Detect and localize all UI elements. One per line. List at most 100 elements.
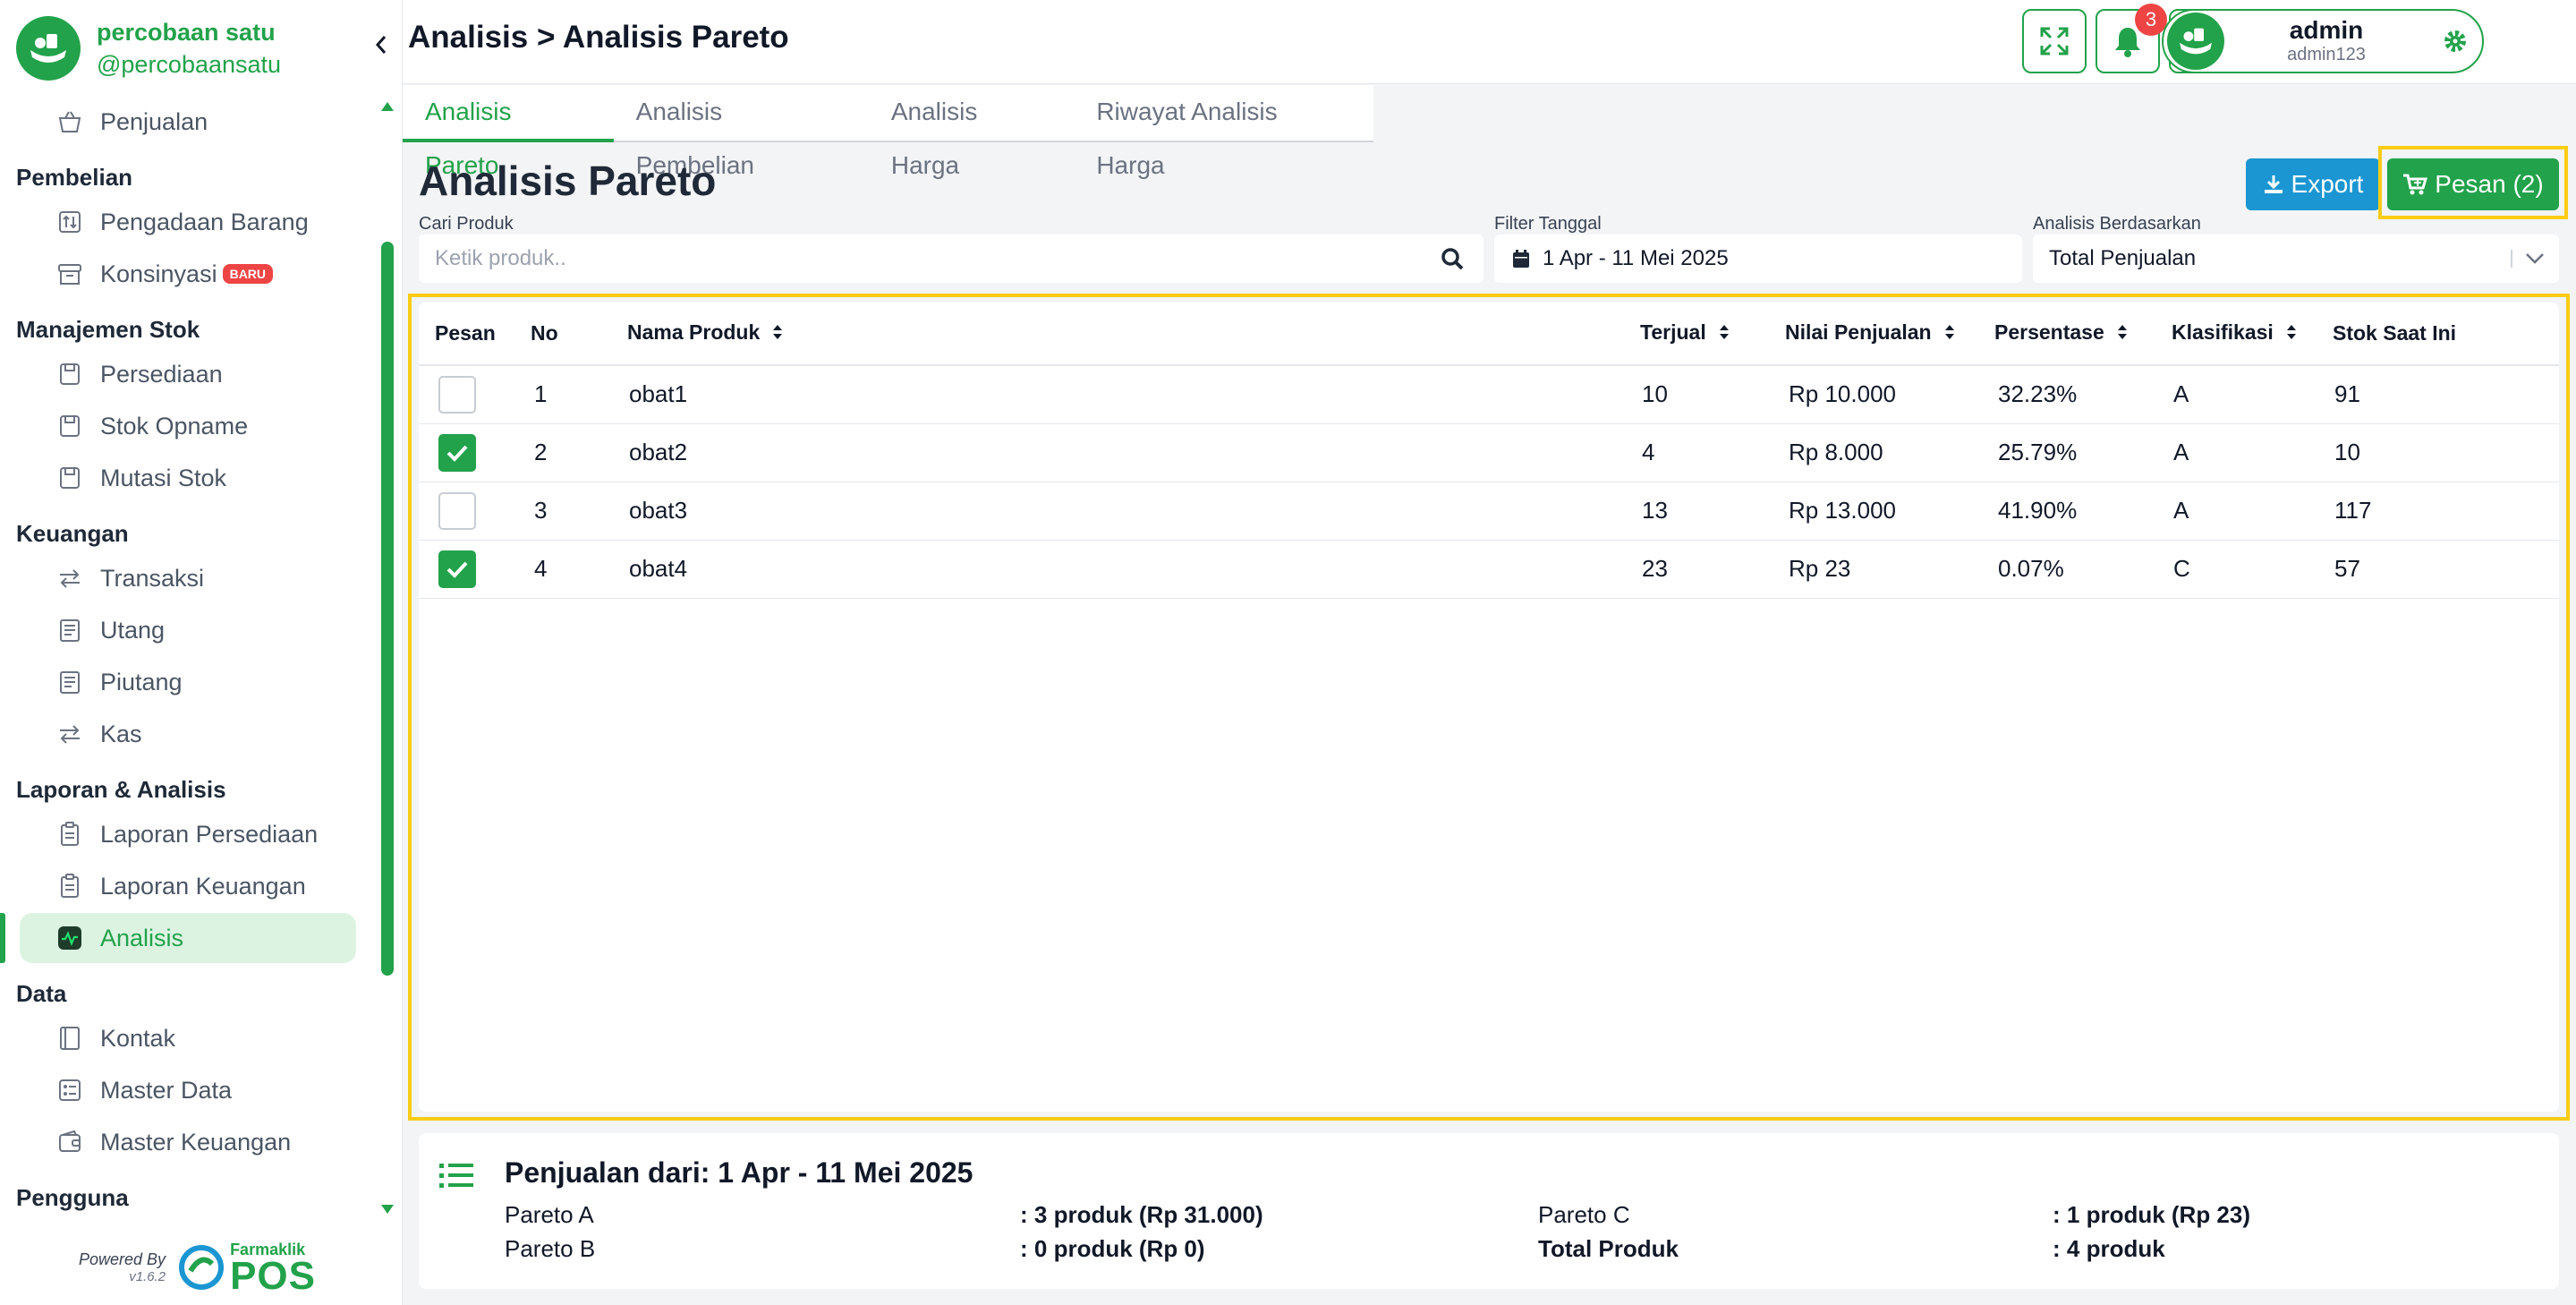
cart-icon <box>2402 173 2428 196</box>
scroll-thumb[interactable] <box>381 242 394 976</box>
collapse-sidebar-button[interactable] <box>369 29 394 61</box>
sidebar-item-persediaan[interactable]: Persediaan <box>20 349 356 399</box>
sort-icon[interactable] <box>2117 322 2128 346</box>
pareto-a-label: Pareto A <box>505 1201 594 1228</box>
sidebar-item-label: Stok Opname <box>100 412 249 439</box>
row-no: 3 <box>531 482 627 541</box>
total-produk-value: : 4 produk <box>2053 1235 2165 1262</box>
product-name: obat3 <box>627 482 1640 541</box>
classification: A <box>2172 365 2333 424</box>
table-row: 1 obat1 10 Rp 10.000 32.23% A 91 <box>419 365 2559 424</box>
tab-analisis-pareto[interactable]: Analisis Pareto <box>403 85 614 179</box>
procurement-icon <box>55 208 84 236</box>
sidebar-item-pengadaan-barang[interactable]: Pengadaan Barang <box>20 197 356 247</box>
sidebar-item-label: Mutasi Stok <box>100 464 227 491</box>
search-label: Cari Produk <box>419 214 514 234</box>
col-terjual[interactable]: Terjual <box>1640 303 1785 366</box>
search-icon[interactable] <box>1421 246 1484 271</box>
row-no: 2 <box>531 423 627 482</box>
sidebar-item-label: Master Keuangan <box>100 1128 292 1156</box>
col-nama-produk[interactable]: Nama Produk <box>627 303 1640 366</box>
sidebar-item-label: Master Data <box>100 1076 233 1104</box>
pesan-label: Pesan (2) <box>2435 170 2544 198</box>
order-checkbox[interactable] <box>438 433 476 472</box>
tab-bar: Analisis Pareto Analisis Pembelian Anali… <box>403 85 1373 179</box>
col-klasifikasi[interactable]: Klasifikasi <box>2172 303 2333 366</box>
col-nilai-penjualan[interactable]: Nilai Penjualan <box>1785 303 1994 366</box>
user-menu[interactable]: admin admin123 <box>2162 9 2484 73</box>
col-stok-saat-ini: Stok Saat Ini <box>2333 303 2559 366</box>
analysis-basis-select[interactable]: Total Penjualan <box>2033 235 2559 283</box>
page-title: Analisis Pareto <box>419 158 717 204</box>
sidebar-item-label: Kontak <box>100 1024 176 1052</box>
sort-icon[interactable] <box>1944 322 1955 346</box>
sidebar-item-kontak[interactable]: Kontak <box>20 1013 356 1063</box>
sidebar-item-master-data[interactable]: Master Data <box>20 1065 356 1115</box>
product-name: obat4 <box>627 540 1640 599</box>
sidebar-item-mutasi-stok[interactable]: Mutasi Stok <box>20 453 356 503</box>
sidebar-item-penjualan[interactable]: Penjualan <box>20 97 356 147</box>
export-button[interactable]: Export <box>2246 158 2380 210</box>
sidebar-item-kas[interactable]: Kas <box>20 709 356 759</box>
contact-book-icon <box>55 1024 84 1053</box>
sidebar-item-laporan-keuangan[interactable]: Laporan Keuangan <box>20 861 356 911</box>
settings-button[interactable] <box>2428 29 2482 54</box>
sidebar-item-stok-opname[interactable]: Stok Opname <box>20 401 356 451</box>
notifications-button[interactable]: 3 <box>2096 4 2167 73</box>
search-box <box>419 235 1484 283</box>
sidebar-item-konsinyasi[interactable]: Konsinyasi BARU <box>20 249 356 299</box>
tab-riwayat-analisis-harga[interactable]: Riwayat Analisis Harga <box>1074 85 1373 179</box>
sidebar-item-piutang[interactable]: Piutang <box>20 657 356 707</box>
check-icon <box>446 559 469 579</box>
col-persentase[interactable]: Persentase <box>1994 303 2172 366</box>
sort-icon[interactable] <box>772 322 783 346</box>
order-checkbox[interactable] <box>438 550 476 588</box>
sidebar-item-laporan-persediaan[interactable]: Laporan Persediaan <box>20 809 356 859</box>
percentage: 25.79% <box>1994 423 2172 482</box>
sales-value: Rp 13.000 <box>1785 482 1994 541</box>
sidebar-scrollbar[interactable] <box>379 98 395 1217</box>
sidebar-item-utang[interactable]: Utang <box>20 605 356 655</box>
nav-section-data: Data <box>16 980 67 1007</box>
sidebar-item-label: Kas <box>100 720 142 747</box>
brand[interactable]: percobaan satu @percobaansatu <box>16 16 281 81</box>
sidebar-item-transaksi[interactable]: Transaksi <box>20 553 356 603</box>
pesan-cell <box>419 482 531 541</box>
tab-analisis-harga[interactable]: Analisis Harga <box>869 85 1074 179</box>
pareto-c-value: : 1 produk (Rp 23) <box>2053 1201 2251 1228</box>
brand-name: percobaan satu <box>97 19 276 46</box>
pesan-button[interactable]: Pesan (2) <box>2387 158 2559 210</box>
fullscreen-button[interactable] <box>2022 9 2087 73</box>
sold-qty: 23 <box>1640 540 1785 599</box>
search-input[interactable] <box>435 246 1421 271</box>
sold-qty: 13 <box>1640 482 1785 541</box>
inventory-icon <box>55 464 84 492</box>
list-icon <box>438 1162 474 1195</box>
table-row: 4 obat4 23 Rp 23 0.07% C 57 <box>419 540 2559 599</box>
version-label: v1.6.2 <box>129 1269 166 1284</box>
sort-icon[interactable] <box>2286 322 2297 346</box>
date-filter-input[interactable]: 1 Apr - 11 Mei 2025 <box>1494 235 2022 283</box>
sidebar-nav: Penjualan Pembelian Pengadaan Barang Konsi… <box>0 91 376 1221</box>
total-produk-label: Total Produk <box>1538 1235 1679 1262</box>
order-checkbox[interactable] <box>438 375 476 414</box>
transfer-arrows-icon <box>55 720 84 748</box>
tab-analisis-pembelian[interactable]: Analisis Pembelian <box>614 85 869 179</box>
sort-icon[interactable] <box>1719 322 1730 346</box>
row-no: 1 <box>531 365 627 424</box>
percentage: 41.90% <box>1994 482 2172 541</box>
sidebar-item-master-keuangan[interactable]: Master Keuangan <box>20 1117 356 1167</box>
nav-section-pembelian: Pembelian <box>16 164 133 191</box>
sidebar-item-analisis[interactable]: Analisis <box>0 913 356 963</box>
table-row: 2 obat2 4 Rp 8.000 25.79% A 10 <box>419 423 2559 482</box>
table-row: 3 obat3 13 Rp 13.000 41.90% A 117 <box>419 482 2559 541</box>
order-checkbox[interactable] <box>438 491 476 530</box>
pesan-cell <box>419 423 531 482</box>
date-filter-value: 1 Apr - 11 Mei 2025 <box>1543 246 1729 270</box>
sidebar-item-label: Laporan Persediaan <box>100 820 319 848</box>
powered-label: Powered By <box>79 1250 166 1268</box>
new-badge: BARU <box>222 264 274 284</box>
analysis-basis-value: Total Penjualan <box>2049 246 2197 270</box>
sidebar-item-label: Utang <box>100 616 166 644</box>
sidebar-item-label: Piutang <box>100 668 183 695</box>
